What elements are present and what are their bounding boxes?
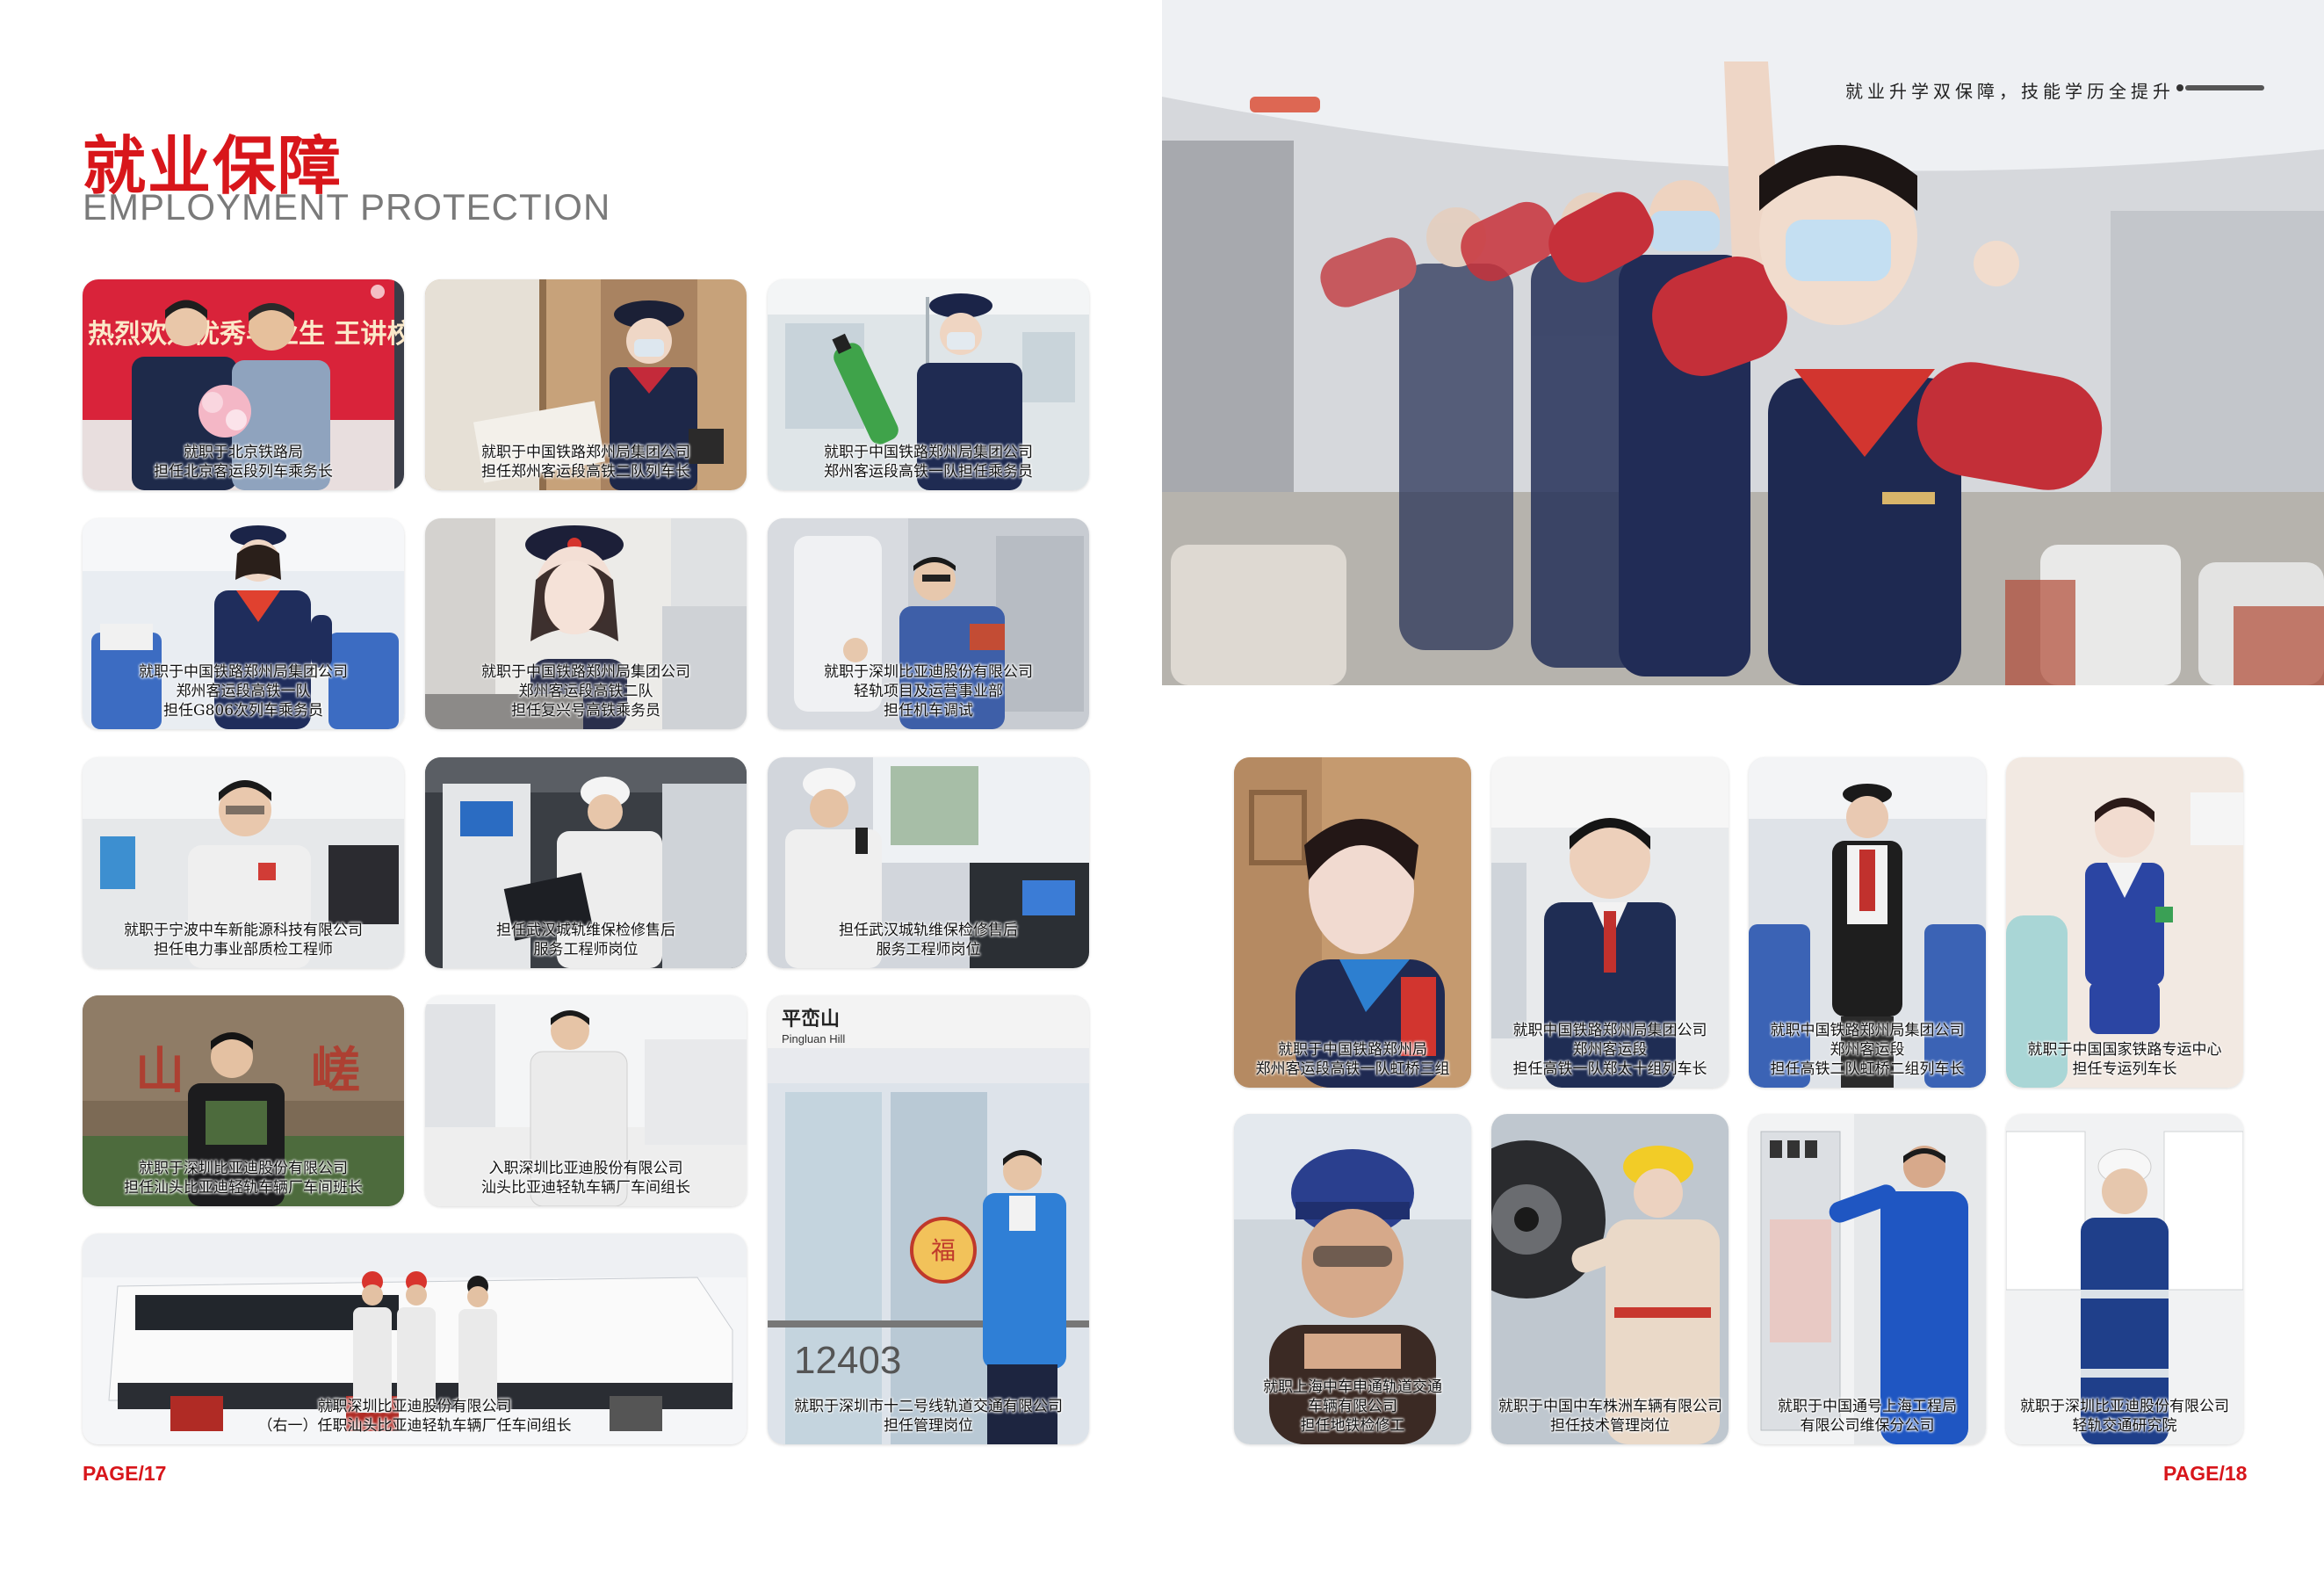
svg-text:嵯: 嵯 bbox=[311, 1042, 360, 1100]
photo-caption: 担任武汉城轨维保检修售后 服务工程师岗位 bbox=[839, 922, 1018, 958]
photo-caption: 就职于北京铁路局 担任北京客运段列车乘务长 bbox=[154, 444, 333, 481]
photo-caption: 入职深圳比亚迪股份有限公司 汕头比亚迪轻轨车辆厂车间组长 bbox=[481, 1160, 690, 1197]
photo-card: 就职于中国铁路郑州局集团公司 郑州客运段高铁二队 担任复兴号高铁乘务员 bbox=[425, 518, 747, 729]
photo-card: 就职于深圳比亚迪股份有限公司 轻轨项目及运营事业部 担任机车调试 bbox=[768, 518, 1089, 729]
photo-caption: 就职于中国通号上海工程局 有限公司维保分公司 bbox=[1778, 1398, 1957, 1435]
photo-card: 就职于中国中车株洲车辆有限公司 担任技术管理岗位 bbox=[1491, 1114, 1729, 1444]
photo-card: 担任武汉城轨维保检修售后 服务工程师岗位 bbox=[425, 757, 747, 968]
photo-card: 就职深圳比亚迪股份有限公司 （右一）任职汕头比亚迪轻轨车辆厂任车间组长 bbox=[83, 1233, 747, 1444]
photo-card: 山 嵯 就职于深圳比亚迪股份有限公司 担任汕头比亚迪轻轨车辆厂车间班长 bbox=[83, 995, 404, 1206]
photo-card: 就职于中国通号上海工程局 有限公司维保分公司 bbox=[1749, 1114, 1986, 1444]
slogan: 就业升学双保障，技能学历全提升 bbox=[1845, 81, 2175, 102]
photo-caption: 就职于深圳市十二号线轨道交通有限公司 担任管理岗位 bbox=[794, 1398, 1063, 1435]
photo-card: 入职深圳比亚迪股份有限公司 汕头比亚迪轻轨车辆厂车间组长 bbox=[425, 995, 747, 1206]
photo-caption: 就职于中国铁路郑州局集团公司 郑州客运段高铁二队 担任复兴号高铁乘务员 bbox=[481, 663, 690, 720]
photo-caption: 就职深圳比亚迪股份有限公司 （右一）任职汕头比亚迪轻轨车辆厂任车间组长 bbox=[257, 1398, 572, 1435]
photo-caption: 就职于中国国家铁路专运中心 担任专运列车长 bbox=[2027, 1041, 2222, 1078]
station-name-en: Pingluan Hill bbox=[782, 1032, 845, 1045]
photo-card: 就职于宁波中车新能源科技有限公司 担任电力事业部质检工程师 bbox=[83, 757, 404, 968]
photo-card: 就职于深圳比亚迪股份有限公司 轻轨交通研究院 bbox=[2006, 1114, 2243, 1444]
photo-caption: 就职于中国铁路郑州局集团公司 郑州客运段高铁一队 担任G806次列车乘务员 bbox=[139, 663, 348, 720]
photo-card: 就职于中国铁路郑州局集团公司 郑州客运段高铁一队担任乘务员 bbox=[768, 279, 1089, 490]
station-name: 平峦山 bbox=[782, 1008, 840, 1031]
photo-wheel-inspection bbox=[1491, 1114, 1729, 1444]
hero-photo: 就业升学双保障，技能学历全提升 bbox=[1162, 0, 2324, 685]
slogan-bar bbox=[2185, 85, 2264, 90]
photo-attendant-portrait bbox=[1234, 757, 1471, 1088]
photo-caption: 就职于中国铁路郑州局集团公司 郑州客运段高铁一队担任乘务员 bbox=[824, 444, 1033, 481]
photo-caption: 就职于深圳比亚迪股份有限公司 轻轨交通研究院 bbox=[2020, 1398, 2229, 1435]
photo-caption: 担任武汉城轨维保检修售后 服务工程师岗位 bbox=[496, 922, 675, 958]
photo-card: 平峦山 Pingluan Hill 12403 福 就职于深圳市十二号线轨道交通… bbox=[768, 995, 1089, 1444]
photo-caption: 就职于深圳比亚迪股份有限公司 轻轨项目及运营事业部 担任机车调试 bbox=[824, 663, 1033, 720]
photo-card: 担任武汉城轨维保检修售后 服务工程师岗位 bbox=[768, 757, 1089, 968]
photo-special-train-attendant bbox=[2006, 757, 2243, 1088]
photo-card: 就职于中国铁路郑州局 郑州客运段高铁一队虹桥三组 bbox=[1234, 757, 1471, 1088]
photo-card: 热烈欢迎优秀毕业生 王讲校 就职于北京铁路局 担任北京客运段列车乘务长 bbox=[83, 279, 404, 490]
page-number: PAGE/17 bbox=[83, 1462, 167, 1485]
photo-caption: 就职于中国中车株洲车辆有限公司 担任技术管理岗位 bbox=[1498, 1398, 1722, 1435]
photo-caption: 就职于中国铁路郑州局 郑州客运段高铁一队虹桥三组 bbox=[1255, 1041, 1450, 1078]
slogan-dot bbox=[2176, 84, 2183, 91]
photo-card: 就职中国铁路郑州局集团公司 郑州客运段 担任高铁一队郑太十组列车长 bbox=[1491, 757, 1729, 1088]
photo-caption: 就职于深圳比亚迪股份有限公司 担任汕头比亚迪轻轨车辆厂车间班长 bbox=[124, 1160, 363, 1197]
photo-caption: 就职中国铁路郑州局集团公司 郑州客运段 担任高铁一队郑太十组列车长 bbox=[1512, 1022, 1707, 1078]
photo-signal-cabinet bbox=[1749, 1114, 1986, 1444]
photo-caption: 就职于宁波中车新能源科技有限公司 担任电力事业部质检工程师 bbox=[124, 922, 363, 958]
photo-card: 就职于中国铁路郑州局集团公司 担任郑州客运段高铁二队列车长 bbox=[425, 279, 747, 490]
page-subtitle: EMPLOYMENT PROTECTION bbox=[83, 186, 611, 228]
photo-caption: 就职于中国铁路郑州局集团公司 担任郑州客运段高铁二队列车长 bbox=[481, 444, 690, 481]
photo-caption: 就职中国铁路郑州局集团公司 郑州客运段 担任高铁二队虹桥二组列车长 bbox=[1770, 1022, 1965, 1078]
svg-text:山: 山 bbox=[135, 1042, 184, 1100]
page-number: PAGE/18 bbox=[2163, 1462, 2248, 1485]
svg-text:福: 福 bbox=[931, 1236, 956, 1265]
photo-card: 就职中国铁路郑州局集团公司 郑州客运段 担任高铁二队虹桥二组列车长 bbox=[1749, 757, 1986, 1088]
photo-attendants-gesture bbox=[1162, 0, 2324, 685]
left-page: 就业保障 EMPLOYMENT PROTECTION 热烈欢迎优秀毕业生 王讲校… bbox=[0, 0, 1162, 1577]
photo-research-worker bbox=[2006, 1114, 2243, 1444]
photo-card: 就职上海中车申通轨道交通 车辆有限公司 担任地铁检修工 bbox=[1234, 1114, 1471, 1444]
photo-caption: 就职上海中车申通轨道交通 车辆有限公司 担任地铁检修工 bbox=[1263, 1378, 1442, 1435]
photo-card: 就职于中国铁路郑州局集团公司 郑州客运段高铁一队 担任G806次列车乘务员 bbox=[83, 518, 404, 729]
photo-metro-station: 平峦山 Pingluan Hill 12403 福 bbox=[768, 995, 1089, 1444]
banner-text: 热烈欢迎优秀毕业生 王讲校 bbox=[88, 319, 404, 350]
train-number: 12403 bbox=[794, 1339, 901, 1382]
photo-card: 就职于中国国家铁路专运中心 担任专运列车长 bbox=[2006, 757, 2243, 1088]
